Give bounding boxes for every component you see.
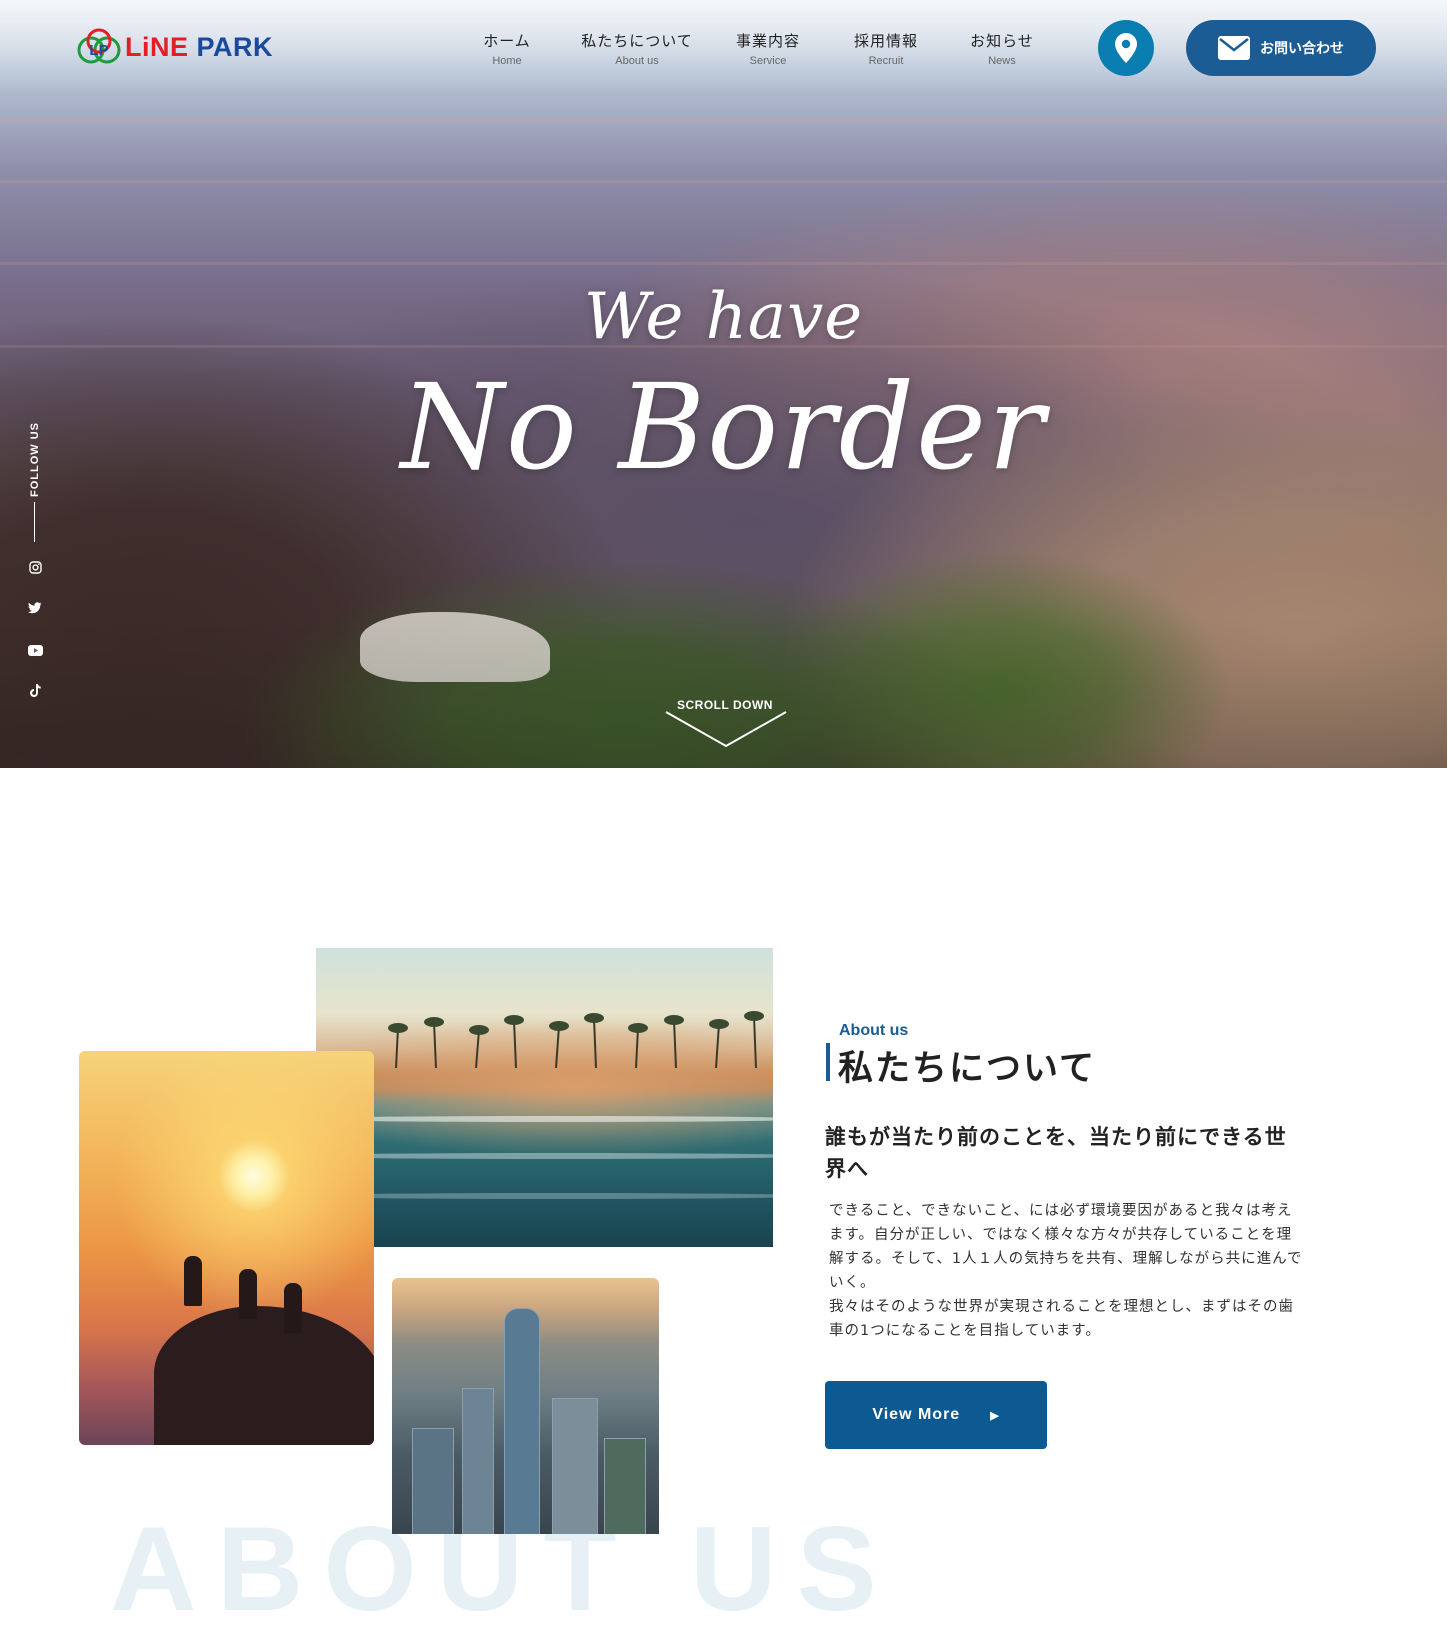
nav-label-jp: ホーム (483, 32, 531, 50)
wave-line (316, 1116, 773, 1122)
instagram-icon[interactable] (27, 559, 43, 575)
twitter-icon[interactable] (27, 600, 43, 616)
hero-headline-line1: We have (583, 280, 864, 354)
skyscraper (412, 1428, 454, 1534)
nav-label-en: Service (749, 55, 787, 67)
contact-button-label: お問い合わせ (1260, 41, 1344, 57)
climber-silhouette (239, 1269, 257, 1319)
wave-line (316, 1193, 773, 1199)
nav-label-en: Home (492, 55, 522, 67)
climber-silhouette (284, 1283, 302, 1333)
about-title: 私たちについて (838, 1049, 1096, 1089)
hero-section: We have No Border FOLLOW US SCROLL DOWN (0, 0, 1447, 768)
sunset-climbers-photo (79, 1051, 374, 1445)
nav-label-jp: 事業内容 (735, 32, 800, 50)
about-body: できること、できないこと、には必ず環境要因があると我々は考えます。自分が正しい、… (829, 1199, 1304, 1343)
about-lead: 誰もが当たり前のことを、当たり前にできる世界へ (825, 1125, 1287, 1181)
logo-text-park: PARK (196, 31, 274, 62)
climber-silhouette (184, 1256, 202, 1306)
follow-divider (34, 502, 35, 542)
skyscraper (504, 1308, 540, 1534)
skyscraper (604, 1438, 646, 1534)
tiktok-icon[interactable] (27, 682, 43, 698)
nav-item-service[interactable]: 事業内容 Service (728, 30, 808, 67)
about-title-accent (826, 1043, 830, 1081)
nav-item-home[interactable]: ホーム Home (470, 30, 544, 67)
nav-label-jp: 採用情報 (853, 32, 918, 50)
palm-trees-illustration (388, 1011, 764, 1068)
map-pin-icon (1115, 33, 1137, 63)
nav-item-about[interactable]: 私たちについて About us (578, 30, 696, 67)
nav-label-en: News (988, 55, 1016, 67)
view-more-button[interactable]: View More ▶ (825, 1381, 1047, 1449)
chevron-down-icon (665, 711, 787, 748)
nav-label-en: Recruit (868, 55, 904, 67)
view-more-label: View More (872, 1406, 961, 1423)
mountain-silhouette (154, 1306, 374, 1445)
nav-item-news[interactable]: お知らせ News (962, 30, 1042, 67)
logo-text: LiNE PARK (125, 32, 273, 63)
hero-headline-line2: No Border (400, 358, 1047, 496)
city-skyline-photo (392, 1278, 659, 1534)
site-logo[interactable]: LP LiNE PARK (77, 28, 273, 66)
logo-mark-icon: LP (77, 28, 121, 66)
logo-text-line: LiNE (125, 31, 189, 62)
site-header: LP LiNE PARK ホーム Home 私たちについて About us 事… (0, 0, 1447, 96)
skyscraper (552, 1398, 598, 1534)
beach-photo (316, 948, 773, 1247)
nav-item-recruit[interactable]: 採用情報 Recruit (846, 30, 926, 67)
youtube-icon[interactable] (27, 642, 43, 658)
about-paragraph: できること、できないこと、には必ず環境要因があると我々は考えます。自分が正しい、… (829, 1203, 1303, 1291)
about-paragraph: 我々はそのような世界が実現されることを理想とし、まずはその歯車の1つになることを… (829, 1299, 1294, 1339)
envelope-icon (1218, 36, 1250, 60)
skyscraper (462, 1388, 494, 1534)
nav-label-jp: 私たちについて (581, 32, 693, 50)
svg-text:LP: LP (89, 42, 108, 59)
about-eyebrow: About us (839, 1022, 909, 1039)
nav-label-en: About us (615, 55, 659, 67)
follow-us-label: FOLLOW US (29, 422, 41, 497)
wave-line (316, 1153, 773, 1159)
access-map-button[interactable] (1098, 20, 1154, 76)
nav-label-jp: お知らせ (970, 32, 1034, 50)
contact-button[interactable]: お問い合わせ (1186, 20, 1376, 76)
main-nav: ホーム Home 私たちについて About us 事業内容 Service 採… (470, 30, 1042, 67)
scroll-down-button[interactable]: SCROLL DOWN (660, 698, 790, 750)
play-arrow-icon: ▶ (990, 1409, 1000, 1422)
